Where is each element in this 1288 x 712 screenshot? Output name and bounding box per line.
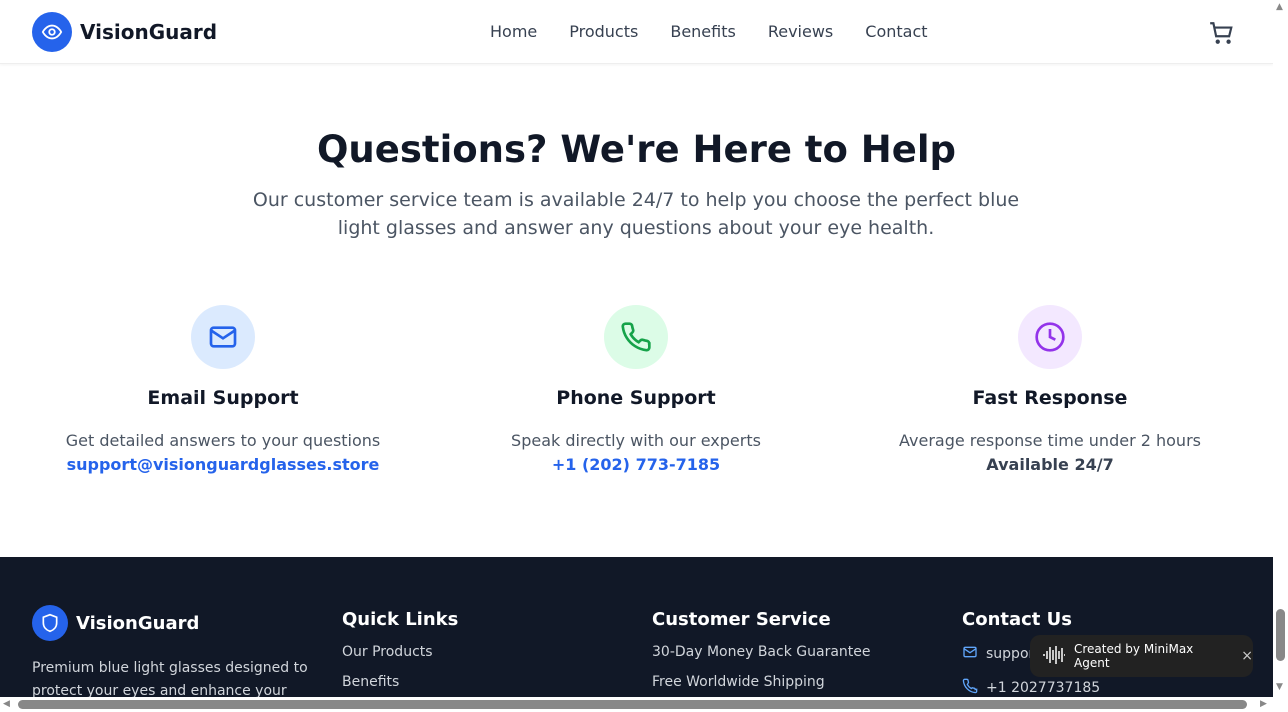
horizontal-scroll-thumb[interactable]: [18, 700, 1247, 709]
horizontal-scrollbar[interactable]: ◀ ▶: [0, 697, 1273, 712]
phone-link[interactable]: +1 (202) 773-7185: [446, 453, 826, 477]
vertical-scroll-thumb[interactable]: [1276, 609, 1285, 661]
nav-contact[interactable]: Contact: [865, 22, 927, 41]
close-icon[interactable]: ×: [1241, 648, 1253, 664]
shield-icon: [32, 605, 68, 641]
footer-brand-name: VisionGuard: [76, 612, 200, 634]
nav-home[interactable]: Home: [490, 22, 537, 41]
card-text: Get detailed answers to your questions: [65, 431, 381, 450]
email-support-card: Email Support Get detailed answers to yo…: [33, 305, 413, 477]
email-link[interactable]: support@visionguardglasses.store: [33, 453, 413, 477]
card-title: Email Support: [147, 387, 299, 409]
phone-icon: [962, 678, 978, 697]
card-title: Phone Support: [556, 387, 716, 409]
footer-brand[interactable]: VisionGuard: [32, 605, 322, 641]
contact-us-title: Contact Us: [962, 609, 1073, 630]
brand-name: VisionGuard: [80, 20, 218, 44]
footer-link-benefits[interactable]: Benefits: [342, 674, 458, 690]
brand-logo[interactable]: VisionGuard: [32, 12, 217, 52]
card-text: Average response time under 2 hours: [899, 431, 1201, 450]
section-title: Questions? We're Here to Help: [316, 128, 957, 171]
availability-text: Available 24/7: [986, 455, 1114, 474]
footer-link-shipping[interactable]: Free Worldwide Shipping: [652, 674, 871, 690]
footer-description: Premium blue light glasses designed to p…: [32, 660, 308, 697]
phone-icon: [604, 305, 668, 369]
mail-icon: [962, 644, 978, 664]
mail-icon: [191, 305, 255, 369]
vertical-scrollbar[interactable]: ▲ ▼: [1273, 0, 1288, 697]
customer-service-title: Customer Service: [652, 609, 831, 630]
footer-link-products[interactable]: Our Products: [342, 644, 458, 660]
nav-reviews[interactable]: Reviews: [768, 22, 833, 41]
main-nav: Home Products Benefits Reviews Contact: [490, 22, 928, 41]
clock-icon: [1018, 305, 1082, 369]
waveform-icon: [1042, 645, 1066, 668]
eye-icon: [32, 12, 72, 52]
quick-links-title: Quick Links: [342, 609, 459, 630]
minimax-toast: Created by MiniMax Agent ×: [1030, 635, 1253, 677]
toast-label: Created by MiniMax Agent: [1074, 642, 1194, 670]
fast-response-card: Fast Response Average response time unde…: [860, 305, 1240, 477]
phone-support-card: Phone Support Speak directly with our ex…: [446, 305, 826, 477]
site-header: VisionGuard Home Products Benefits Revie…: [0, 0, 1273, 64]
card-text: Speak directly with our experts: [511, 431, 761, 450]
nav-benefits[interactable]: Benefits: [670, 22, 736, 41]
footer-phone[interactable]: +1 2027737185: [986, 680, 1100, 696]
cart-icon[interactable]: [1208, 20, 1234, 50]
nav-products[interactable]: Products: [569, 22, 638, 41]
section-subtitle: Our customer service team is available 2…: [252, 189, 1020, 239]
footer-link-guarantee[interactable]: 30-Day Money Back Guarantee: [652, 644, 871, 660]
card-title: Fast Response: [972, 387, 1128, 409]
